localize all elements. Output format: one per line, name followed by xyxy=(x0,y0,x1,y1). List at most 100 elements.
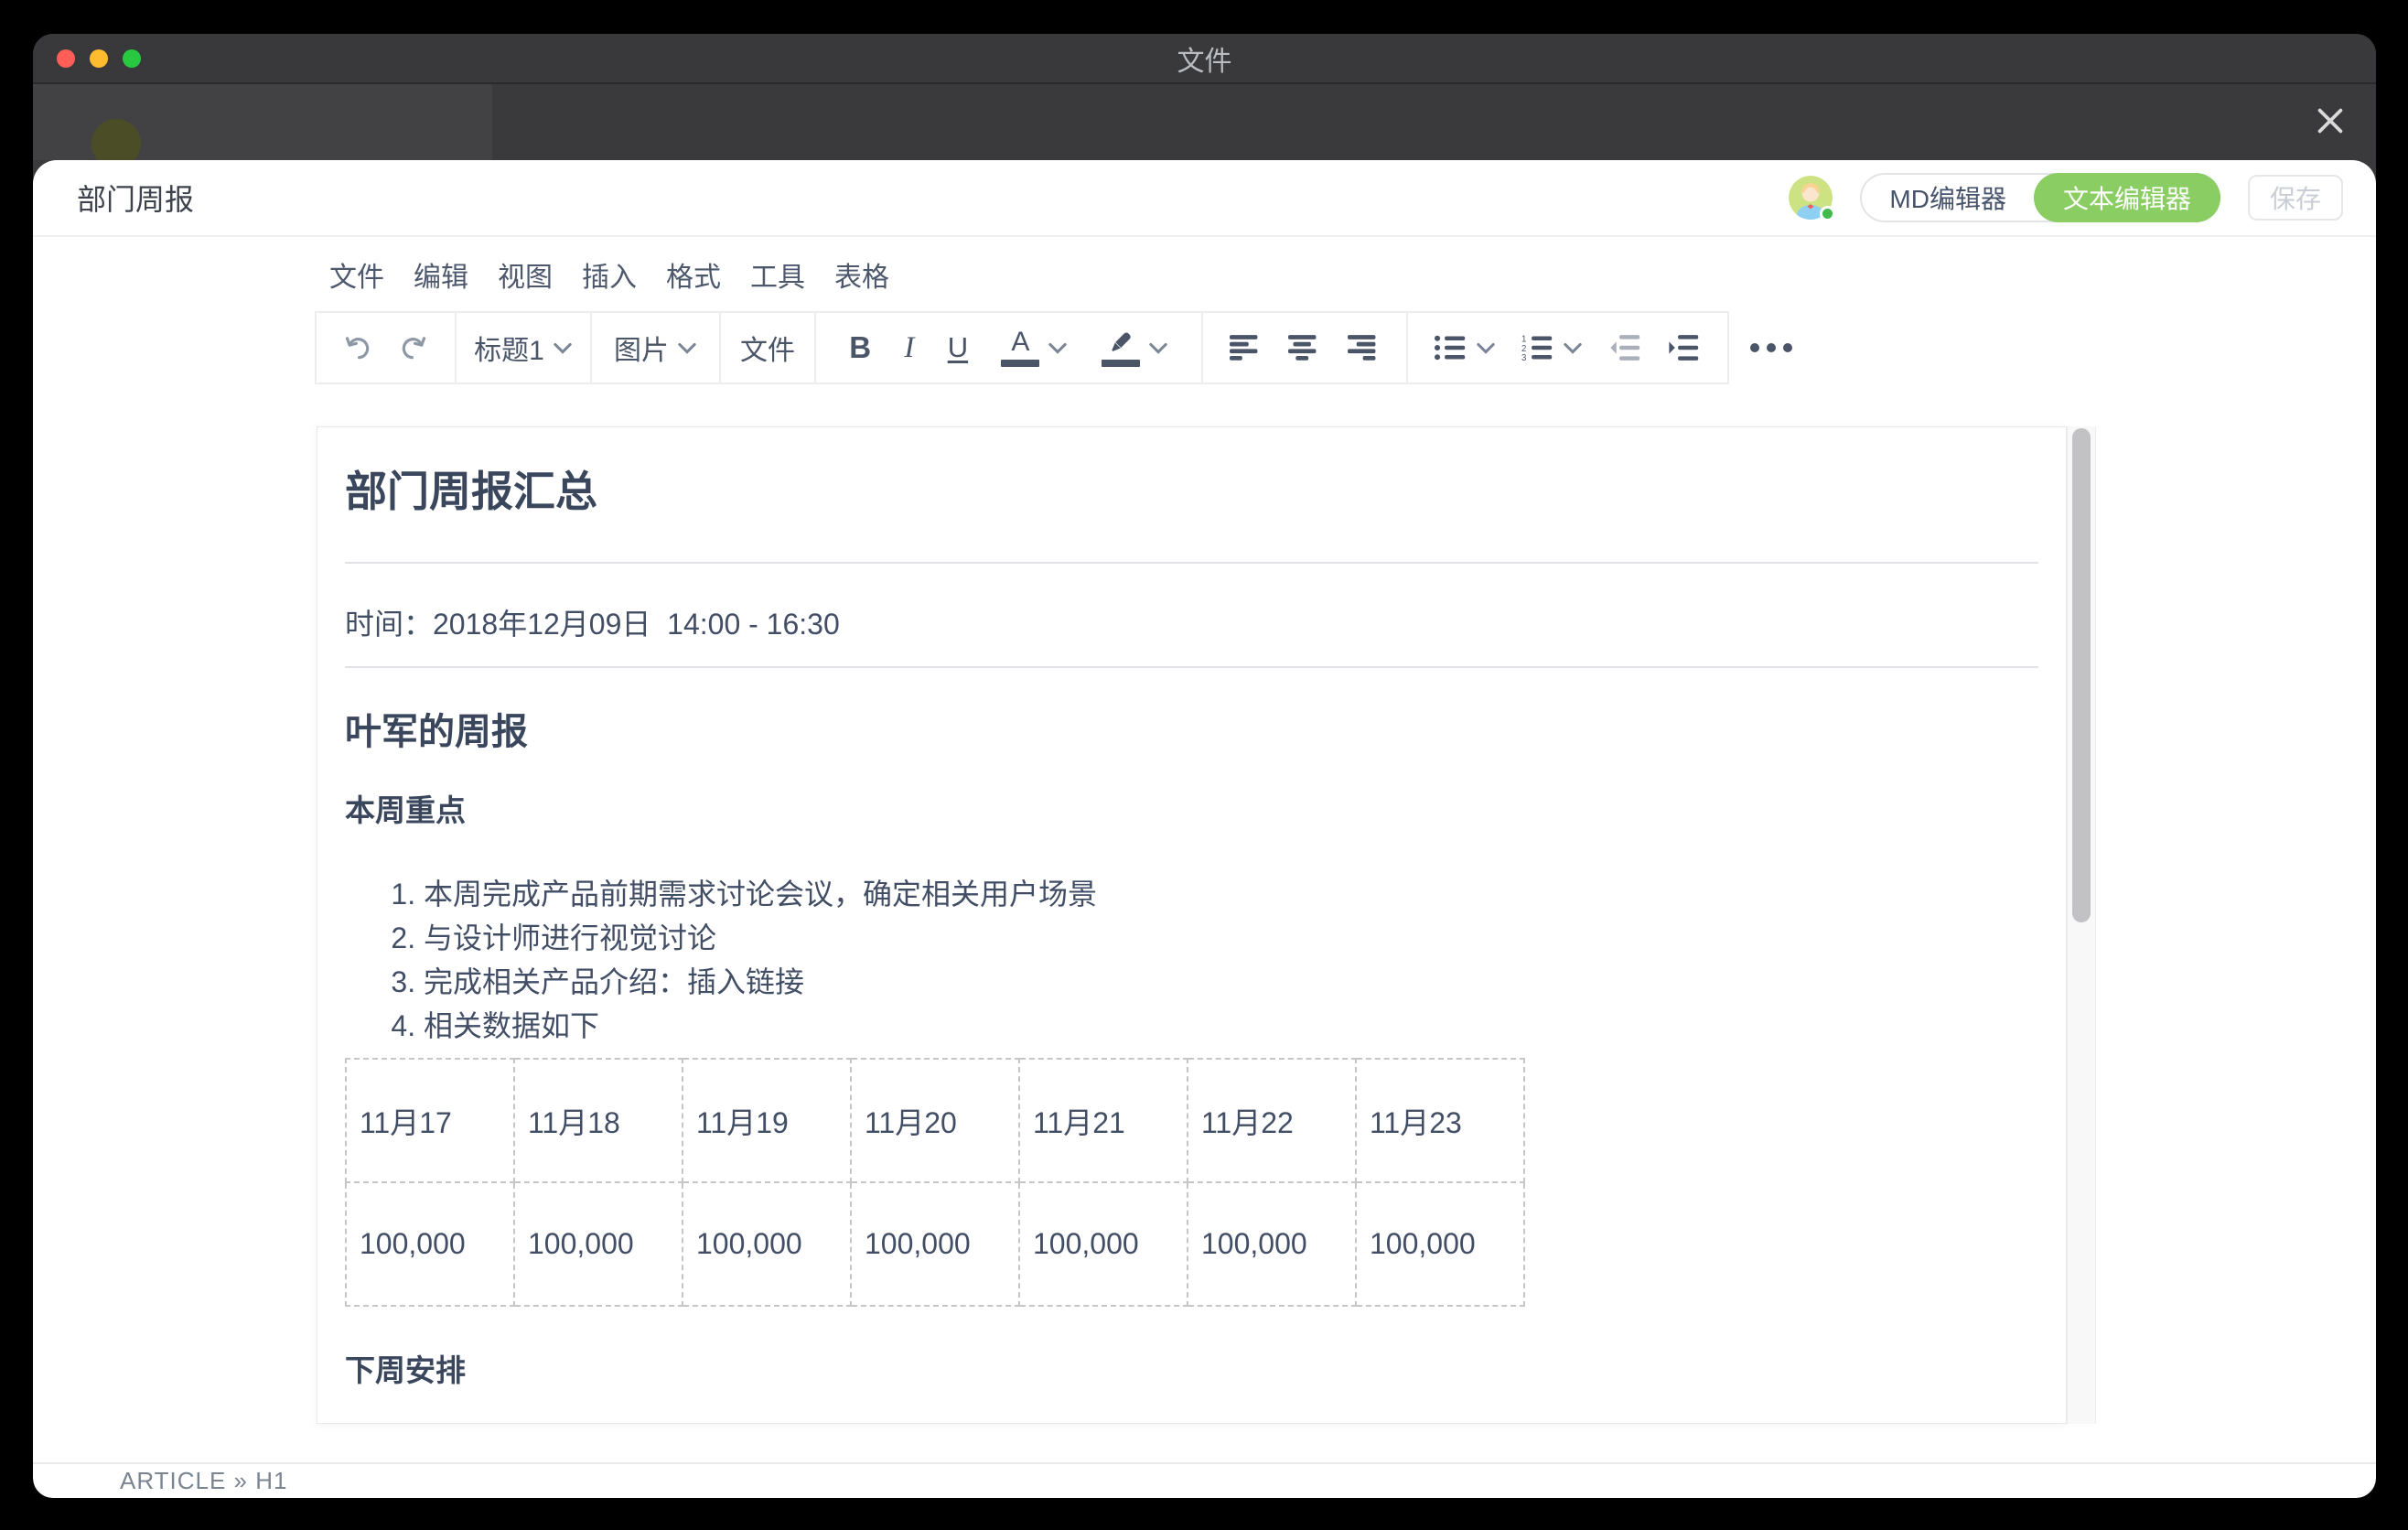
undo-button[interactable] xyxy=(342,332,373,363)
table-cell[interactable]: 11月22 xyxy=(1188,1059,1356,1182)
document-area: 部门周报汇总 时间：2018年12月09日 14:00 - 16:30 叶军的周… xyxy=(33,384,2376,1462)
table-cell[interactable]: 11月23 xyxy=(1356,1059,1524,1182)
doc-ordered-list: 本周完成产品前期需求讨论会议，确定相关用户场景 与设计师进行视觉讨论 完成相关产… xyxy=(345,872,2038,1048)
doc-next-subheading[interactable]: 下周安排 xyxy=(345,1354,2038,1387)
table-cell[interactable]: 100,000 xyxy=(514,1182,683,1306)
table-cell[interactable]: 11月19 xyxy=(683,1059,851,1182)
menu-edit[interactable]: 编辑 xyxy=(412,254,470,295)
indent-icon xyxy=(1668,335,1701,361)
redo-button[interactable] xyxy=(398,332,429,363)
editor-sheet: 部门周报 MD编辑 xyxy=(33,160,2376,1498)
heading-select-label: 标题1 xyxy=(474,328,544,368)
toolbar-more-button[interactable] xyxy=(1736,311,1806,384)
menu-bar: 文件 编辑 视图 插入 格式 工具 表格 xyxy=(33,237,2376,311)
toolbar: 标题1 图片 文件 B I U xyxy=(33,311,2376,384)
save-button[interactable]: 保存 xyxy=(2248,175,2343,221)
menu-table[interactable]: 表格 xyxy=(833,254,891,295)
italic-button[interactable]: I xyxy=(904,331,914,365)
traffic-light-minimize-icon[interactable] xyxy=(90,49,108,68)
file-button[interactable]: 文件 xyxy=(740,328,795,368)
traffic-light-zoom-icon[interactable] xyxy=(123,49,141,68)
list-item[interactable]: 完成相关产品介绍：插入链接 xyxy=(424,960,2038,1004)
table-cell[interactable]: 11月21 xyxy=(1019,1059,1188,1182)
align-left-icon xyxy=(1230,335,1263,361)
align-right-icon xyxy=(1348,335,1381,361)
menu-tools[interactable]: 工具 xyxy=(748,254,807,295)
heading-group: 标题1 xyxy=(457,313,592,382)
highlighter-icon xyxy=(1102,329,1140,367)
element-path: ARTICLE » H1 xyxy=(120,1467,287,1495)
outdent-button[interactable] xyxy=(1609,335,1642,361)
doc-title[interactable]: 部门周报汇总 xyxy=(345,468,2038,516)
md-editor-tab[interactable]: MD编辑器 xyxy=(1862,175,2034,221)
menu-insert[interactable]: 插入 xyxy=(580,254,639,295)
table-cell[interactable]: 100,000 xyxy=(1019,1182,1188,1306)
image-group: 图片 xyxy=(592,313,721,382)
table-cell[interactable]: 11月20 xyxy=(851,1059,1019,1182)
text-style-group: B I U A xyxy=(816,313,1203,382)
align-right-button[interactable] xyxy=(1348,335,1381,361)
list-item[interactable]: 与设计师进行视觉讨论 xyxy=(424,916,2038,960)
document-canvas[interactable]: 部门周报汇总 时间：2018年12月09日 14:00 - 16:30 叶军的周… xyxy=(317,426,2067,1424)
align-center-button[interactable] xyxy=(1288,335,1321,361)
underline-button[interactable]: U xyxy=(948,331,968,364)
chevron-down-icon xyxy=(677,341,697,355)
traffic-light-close-icon[interactable] xyxy=(57,49,75,68)
numbered-list-icon: 1 2 3 xyxy=(1521,335,1554,361)
numbered-list-button[interactable]: 1 2 3 xyxy=(1521,335,1583,361)
chevron-down-icon xyxy=(1148,341,1168,355)
scrollbar-thumb[interactable] xyxy=(2072,428,2091,922)
bullet-list-button[interactable] xyxy=(1435,335,1496,361)
table-cell[interactable]: 100,000 xyxy=(851,1182,1019,1306)
doc-meta-line[interactable]: 时间：2018年12月09日 14:00 - 16:30 xyxy=(345,604,2038,644)
table-cell[interactable]: 100,000 xyxy=(1356,1182,1524,1306)
indent-button[interactable] xyxy=(1668,335,1701,361)
chevron-down-icon xyxy=(1048,341,1068,355)
svg-text:3: 3 xyxy=(1521,353,1526,361)
table-row-dates: 11月17 11月18 11月19 11月20 11月21 11月22 11月2… xyxy=(346,1059,1524,1182)
table-cell[interactable]: 11月18 xyxy=(514,1059,683,1182)
table-cell[interactable]: 11月17 xyxy=(346,1059,514,1182)
menu-view[interactable]: 视图 xyxy=(496,254,554,295)
list-item[interactable]: 相关数据如下 xyxy=(424,1004,2038,1048)
dimmed-avatar xyxy=(91,119,141,160)
undo-icon xyxy=(342,332,373,363)
table-cell[interactable]: 100,000 xyxy=(1188,1182,1356,1306)
text-editor-tab[interactable]: 文本编辑器 xyxy=(2034,173,2220,222)
heading-select[interactable]: 标题1 xyxy=(474,328,573,368)
list-item[interactable]: 本周完成产品前期需求讨论会议，确定相关用户场景 xyxy=(424,872,2038,916)
list-indent-group: 1 2 3 xyxy=(1408,313,1727,382)
traffic-lights xyxy=(57,34,141,82)
dimmed-background xyxy=(33,84,2376,160)
document-name: 部门周报 xyxy=(77,177,194,219)
editor-window: 文件 部门周报 xyxy=(33,34,2376,1498)
font-color-button[interactable]: A xyxy=(1001,329,1068,367)
divider xyxy=(345,562,2038,564)
align-left-button[interactable] xyxy=(1230,335,1263,361)
file-group: 文件 xyxy=(721,313,816,382)
outdent-icon xyxy=(1609,335,1642,361)
table-row-values: 100,000 100,000 100,000 100,000 100,000 … xyxy=(346,1182,1524,1306)
window-title: 文件 xyxy=(1177,38,1232,79)
toolbar-box: 标题1 图片 文件 B I U xyxy=(315,311,1729,384)
image-select[interactable]: 图片 xyxy=(614,328,697,368)
redo-icon xyxy=(398,332,429,363)
table-cell[interactable]: 100,000 xyxy=(683,1182,851,1306)
status-bar: ARTICLE » H1 xyxy=(33,1462,2376,1498)
divider xyxy=(345,666,2038,668)
close-icon[interactable] xyxy=(2305,95,2356,146)
user-avatar[interactable] xyxy=(1789,176,1833,220)
scrollbar-track[interactable] xyxy=(2067,426,2096,1424)
menu-format[interactable]: 格式 xyxy=(664,254,723,295)
presence-dot xyxy=(1820,206,1835,221)
highlight-button[interactable] xyxy=(1102,329,1168,367)
doc-section-heading[interactable]: 叶军的周报 xyxy=(345,710,2038,754)
chevron-down-icon xyxy=(1476,341,1496,355)
font-color-icon: A xyxy=(1001,329,1039,367)
table-cell[interactable]: 100,000 xyxy=(346,1182,514,1306)
doc-data-table: 11月17 11月18 11月19 11月20 11月21 11月22 11月2… xyxy=(345,1058,1525,1307)
bold-button[interactable]: B xyxy=(849,330,871,365)
menu-file[interactable]: 文件 xyxy=(328,254,386,295)
chevron-down-icon xyxy=(553,341,573,355)
doc-subheading[interactable]: 本周重点 xyxy=(345,794,2038,827)
